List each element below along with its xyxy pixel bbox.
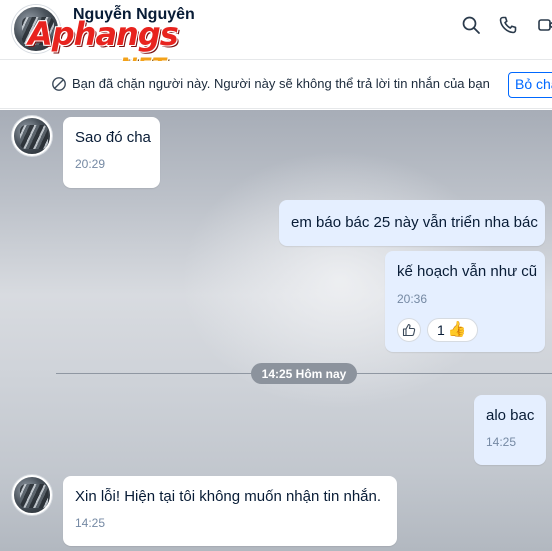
sender-avatar[interactable] [12, 475, 52, 515]
contact-avatar[interactable] [12, 5, 60, 53]
message-bubble[interactable]: kế hoạch vẫn như cũ 20:36 1 👍 [385, 251, 545, 352]
reaction-count: 1 [437, 322, 445, 338]
message-time: 14:25 [75, 516, 106, 530]
message-bubble[interactable]: Sao đó cha 20:29 [63, 117, 160, 188]
message-time: 20:36 [397, 292, 428, 306]
message-text: kế hoạch vẫn như cũ [397, 263, 538, 280]
message-text: alo bac [486, 407, 535, 424]
message-text: Sao đó cha [75, 129, 151, 146]
message-bubble[interactable]: alo bac 14:25 [474, 395, 546, 465]
sender-avatar[interactable] [12, 116, 52, 156]
reaction-summary[interactable]: 1 👍 [427, 318, 478, 342]
unblock-button[interactable]: Bỏ chặn [508, 72, 552, 98]
blocked-banner: Bạn đã chặn người này. Người này sẽ khôn… [0, 61, 552, 109]
message-bubble[interactable]: Xin lỗi! Hiện tại tôi không muốn nhận ti… [63, 476, 397, 546]
message-text: em báo bác 25 này vẫn triển nha bác [291, 214, 538, 231]
message-text: Xin lỗi! Hiện tại tôi không muốn nhận ti… [75, 488, 382, 505]
thumbs-up-outline-icon[interactable] [397, 318, 421, 342]
message-list[interactable]: Sao đó cha 20:29 em báo bác 25 này vẫn t… [0, 110, 552, 551]
thumbs-up-emoji-icon: 👍 [447, 321, 467, 338]
block-icon [52, 77, 66, 91]
message-time: 20:29 [75, 157, 106, 171]
search-icon[interactable] [458, 12, 484, 38]
video-call-icon[interactable] [534, 12, 552, 38]
phone-icon[interactable] [495, 12, 521, 38]
contact-name[interactable]: Nguyễn Nguyên [73, 6, 195, 24]
date-separator: 14:25 Hôm nay [251, 363, 357, 384]
blocked-message: Bạn đã chặn người này. Người này sẽ khôn… [72, 76, 490, 91]
chat-header: Nguyễn Nguyên Aphangs .NET [0, 0, 552, 78]
chat-window: Nguyễn Nguyên Aphangs .NET Bạn đã chặn n… [0, 0, 552, 551]
message-time: 14:25 [486, 435, 517, 449]
message-bubble[interactable]: em báo bác 25 này vẫn triển nha bác [279, 200, 545, 246]
